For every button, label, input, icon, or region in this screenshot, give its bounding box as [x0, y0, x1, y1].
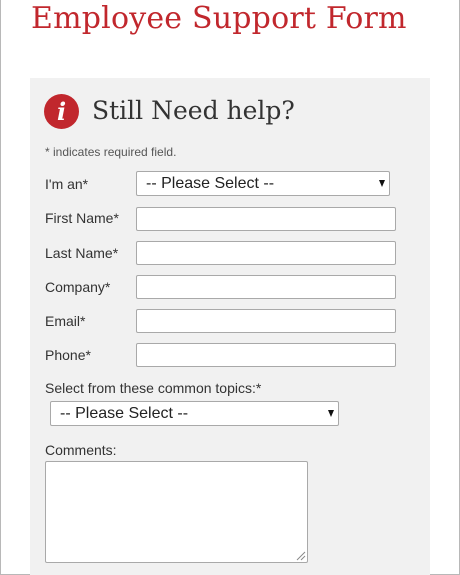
support-form-panel: i Still Need help? * indicates required …: [30, 78, 430, 575]
comments-label: Comments:: [45, 442, 117, 458]
svg-text:i: i: [57, 97, 66, 126]
email-label: Email*: [45, 313, 86, 329]
phone-label: Phone*: [45, 347, 91, 363]
help-title: Still Need help?: [92, 96, 295, 125]
required-field-note: * indicates required field.: [45, 145, 177, 159]
resize-grip-icon[interactable]: [295, 550, 306, 561]
first-name-label: First Name*: [45, 210, 119, 226]
company-label: Company*: [45, 279, 111, 295]
chevron-down-icon: [379, 180, 385, 187]
info-icon: i: [44, 94, 79, 129]
last-name-label: Last Name*: [45, 245, 119, 261]
comments-textarea[interactable]: [45, 461, 308, 563]
phone-field[interactable]: [136, 343, 396, 367]
page-title: Employee Support Form: [31, 1, 407, 36]
page-frame: Employee Support Form i Still Need help?…: [0, 0, 460, 575]
topics-label: Select from these common topics:*: [45, 380, 262, 396]
company-field[interactable]: [136, 275, 396, 299]
topics-select[interactable]: -- Please Select --: [50, 401, 339, 426]
first-name-field[interactable]: [136, 207, 396, 231]
topics-select-value: -- Please Select --: [60, 405, 189, 422]
help-header: i Still Need help?: [44, 94, 414, 130]
role-select[interactable]: -- Please Select --: [136, 171, 390, 196]
chevron-down-icon: [328, 410, 334, 417]
role-label: I'm an*: [45, 176, 89, 192]
role-select-value: -- Please Select --: [146, 175, 275, 192]
last-name-field[interactable]: [136, 241, 396, 265]
email-field[interactable]: [136, 309, 396, 333]
